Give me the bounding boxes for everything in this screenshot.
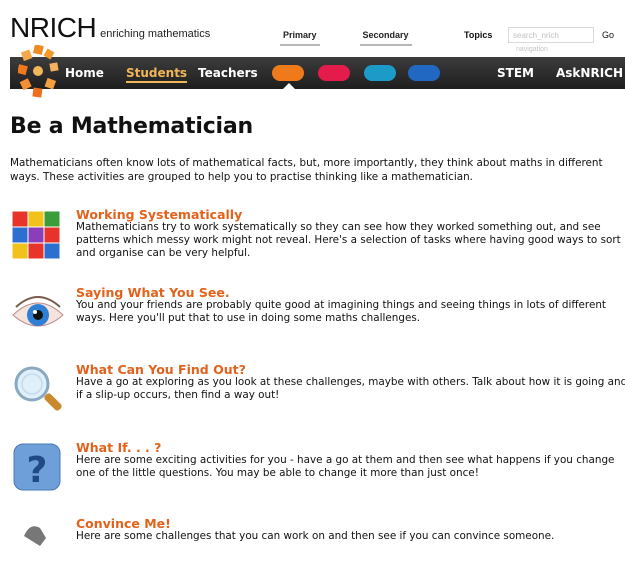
stage-pill-orange[interactable]	[272, 65, 304, 81]
activity-desc: Have a go at exploring as you look at th…	[76, 376, 625, 401]
stage-pill-red[interactable]	[318, 65, 350, 81]
go-button[interactable]: Go	[602, 30, 614, 40]
search-sub-hint: navigation	[516, 46, 548, 53]
stage-pill-blue[interactable]	[408, 65, 440, 81]
nav-stem[interactable]: STEM	[497, 66, 534, 80]
search-input[interactable]	[508, 27, 594, 43]
blocks-grid-icon[interactable]	[10, 207, 66, 263]
activity-title-convince-me[interactable]: Convince Me!	[76, 516, 171, 531]
activity-title-saying-what-you-see[interactable]: Saying What You See.	[76, 285, 230, 300]
intro-text: Mathematicians often know lots of mathem…	[10, 157, 603, 183]
nav-pointer-icon	[283, 83, 295, 89]
nav-home[interactable]: Home	[65, 66, 104, 80]
question-mark-icon[interactable]: ?	[10, 440, 66, 496]
topics-link[interactable]: Topics	[464, 30, 492, 40]
activity-desc: Here are some challenges that you can wo…	[76, 530, 555, 542]
stage-pill-cyan[interactable]	[364, 65, 396, 81]
eye-icon[interactable]	[10, 285, 66, 341]
svg-text:?: ?	[27, 450, 48, 491]
activity-desc: Here are some exciting activities for yo…	[76, 454, 615, 479]
tab-primary[interactable]: Primary	[280, 30, 320, 46]
nrich-burst-logo-icon[interactable]	[18, 45, 60, 99]
nav-teachers[interactable]: Teachers	[198, 66, 258, 80]
hand-icon[interactable]	[10, 516, 66, 572]
activity-title-what-can-you-find-out[interactable]: What Can You Find Out?	[76, 362, 246, 377]
activity-title-what-if[interactable]: What If. . . ?	[76, 440, 161, 455]
brand-tagline: enriching mathematics	[100, 28, 211, 40]
main-nav: Home Students Teachers STEM AskNRICH	[10, 45, 625, 98]
brand[interactable]: NRICH enriching mathematics	[10, 14, 210, 42]
magnifier-icon[interactable]	[10, 362, 66, 418]
tab-secondary[interactable]: Secondary	[359, 30, 412, 46]
brand-logo[interactable]: NRICH	[10, 14, 97, 42]
page-title: Be a Mathematician	[10, 114, 254, 139]
activity-desc: Mathematicians try to work systematicall…	[76, 221, 621, 259]
stage-tabs: Primary Secondary	[280, 30, 412, 46]
activity-desc: You and your friends are probably quite …	[76, 299, 607, 324]
nav-students[interactable]: Students	[126, 66, 188, 83]
activity-title-working-systematically[interactable]: Working Systematically	[76, 207, 242, 222]
nav-asknrich[interactable]: AskNRICH	[556, 66, 623, 80]
